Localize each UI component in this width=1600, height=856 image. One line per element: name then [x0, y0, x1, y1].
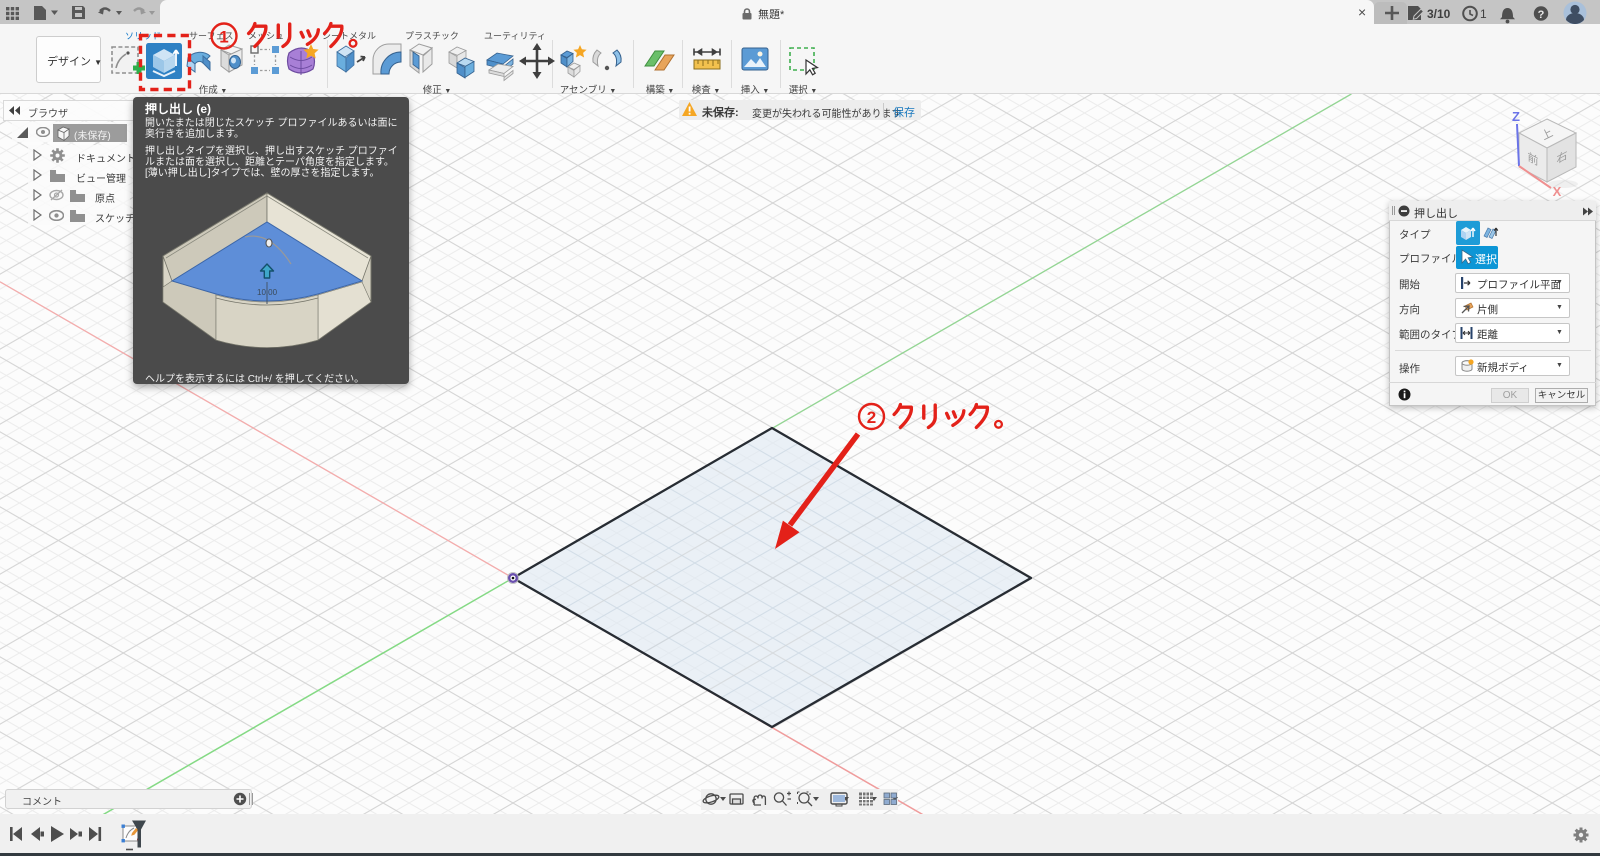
svg-text:2: 2 — [867, 408, 876, 427]
svg-text:3/10: 3/10 — [1427, 7, 1451, 21]
svg-text:1: 1 — [1480, 7, 1487, 21]
svg-text:?: ? — [1538, 9, 1545, 21]
svg-text:1: 1 — [219, 28, 228, 47]
svg-text:10.00: 10.00 — [257, 288, 278, 297]
svg-text:Z: Z — [1512, 109, 1520, 124]
svg-text:X: X — [1553, 184, 1562, 199]
